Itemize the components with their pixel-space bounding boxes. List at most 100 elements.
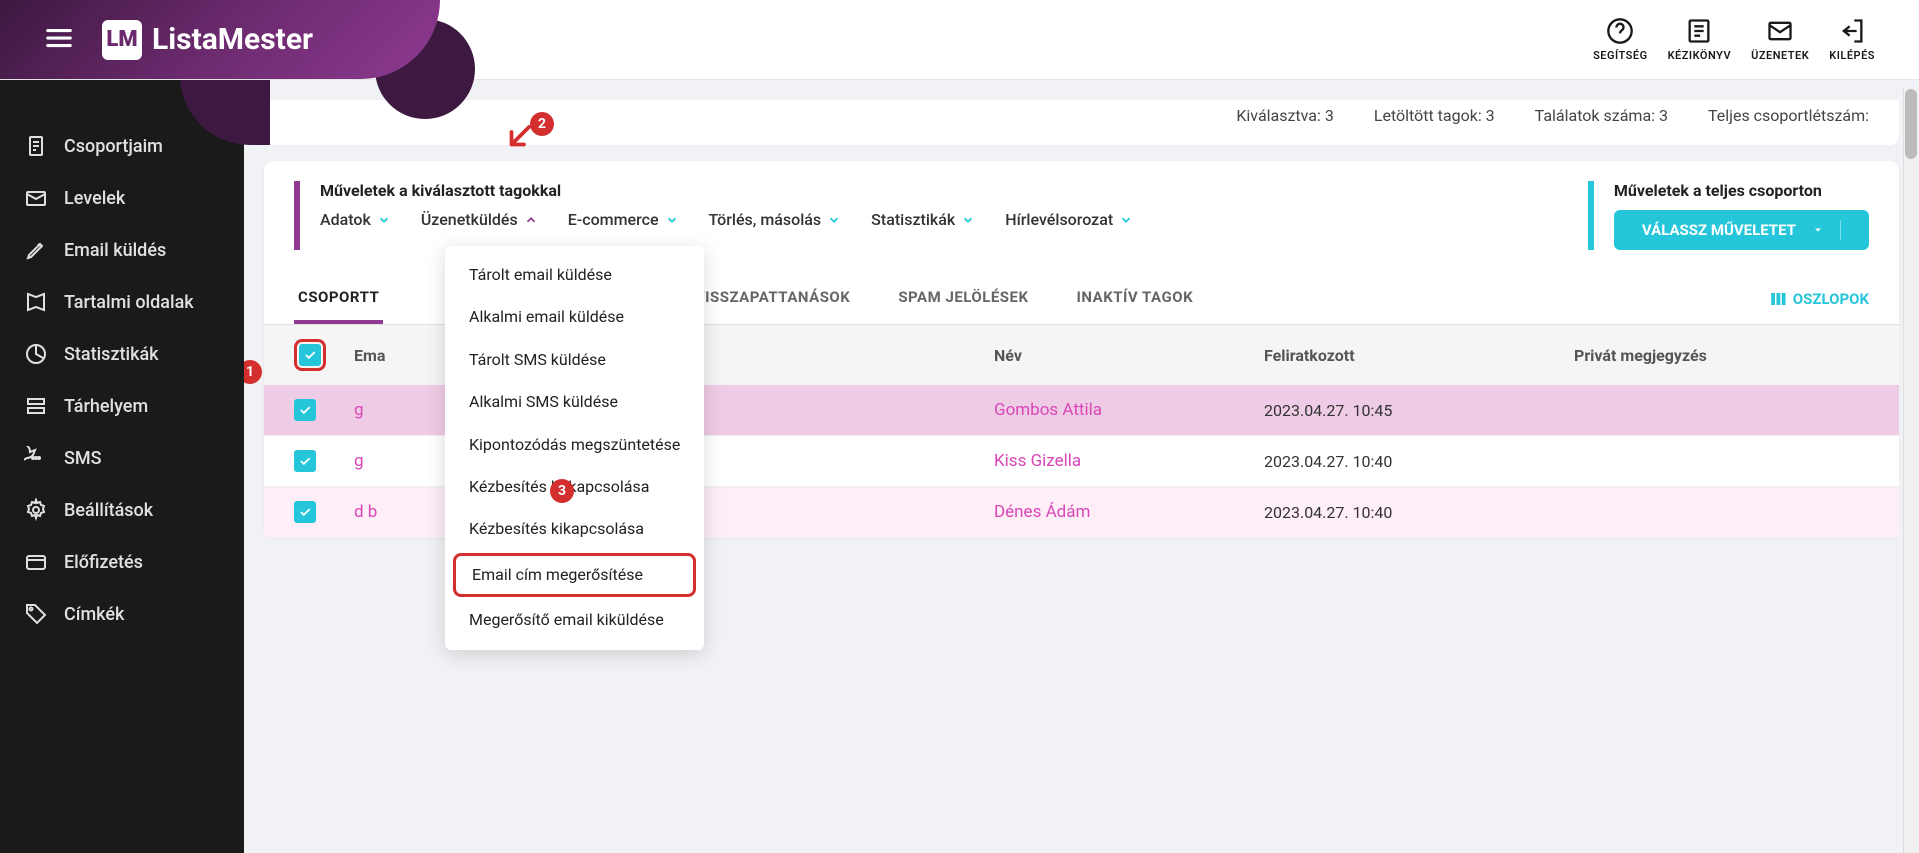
cell-name[interactable]: Kiss Gizella [994, 451, 1264, 471]
annotation-badge-1: 1 [244, 360, 262, 384]
cell-name[interactable]: Gombos Attila [994, 400, 1264, 420]
book-icon [24, 290, 48, 314]
filter-delete-copy[interactable]: Törlés, másolás [709, 210, 842, 229]
chevron-down-icon [1119, 213, 1133, 227]
nav-subscription[interactable]: Előfizetés [0, 536, 244, 588]
nav-tags[interactable]: Címkék [0, 588, 244, 640]
cell-date: 2023.04.27. 10:45 [1264, 401, 1574, 420]
col-name[interactable]: Név [994, 346, 1264, 365]
envelope-icon [24, 186, 48, 210]
nav-email-send[interactable]: Email küldés [0, 224, 244, 276]
header-actions: SEGÍTSÉG KÉZIKÖNYV ÜZENETEK KILÉPÉS [1593, 17, 1919, 62]
row-checkbox[interactable] [294, 450, 316, 472]
help-button[interactable]: SEGÍTSÉG [1593, 17, 1648, 62]
filter-menu-row: Adatok Üzenetküldés E-commerce Törl [320, 210, 1133, 229]
filter-ecommerce[interactable]: E-commerce [568, 210, 679, 229]
check-icon [298, 454, 312, 468]
dd-stored-sms[interactable]: Tárolt SMS küldése [445, 339, 704, 381]
nav-groups[interactable]: Csoportjaim [0, 120, 244, 172]
storage-icon [24, 394, 48, 418]
logout-icon [1838, 17, 1866, 45]
cell-date: 2023.04.27. 10:40 [1264, 503, 1574, 522]
gear-icon [24, 498, 48, 522]
pencil-icon [24, 238, 48, 262]
chevron-down-icon [1812, 224, 1824, 236]
nav-sms[interactable]: SMS [0, 432, 244, 484]
tab-inactive[interactable]: INAKTÍV TAGOK [1073, 274, 1198, 324]
stat-total: Teljes csoportlétszám: [1708, 106, 1869, 125]
manual-button[interactable]: KÉZIKÖNYV [1668, 17, 1732, 62]
col-subscribed[interactable]: Feliratkozott [1264, 346, 1574, 365]
stat-loaded: Letöltött tagok: 3 [1374, 106, 1495, 125]
hamburger-menu[interactable] [44, 23, 74, 57]
tab-spam[interactable]: SPAM JELÖLÉSEK [894, 274, 1032, 324]
dd-confirm-email[interactable]: Email cím megerősítése [453, 553, 696, 597]
nav-settings[interactable]: Beállítások [0, 484, 244, 536]
stat-selected: Kiválasztva: 3 [1236, 106, 1333, 125]
filter-newsletter[interactable]: Hírlevélsorozat [1005, 210, 1133, 229]
filter-statistics[interactable]: Statisztikák [871, 210, 975, 229]
dd-adhoc-sms[interactable]: Alkalmi SMS küldése [445, 381, 704, 423]
check-icon [303, 348, 317, 362]
logo[interactable]: LM ListaMester [102, 20, 313, 60]
columns-icon [1769, 290, 1787, 308]
annotation-arrow-icon [504, 122, 534, 152]
dd-remove-bounce[interactable]: Kipontozódás megszüntetése [445, 424, 704, 466]
sidebar: Csoportjaim Levelek Email küldés Tartalm… [0, 0, 244, 853]
top-header: LM ListaMester SEGÍTSÉG KÉZIKÖNYV ÜZENET… [0, 0, 1919, 80]
filter-messaging[interactable]: Üzenetküldés [421, 210, 538, 229]
tab-members[interactable]: CSOPORTT [294, 274, 383, 324]
col-note[interactable]: Privát megjegyzés [1574, 346, 1869, 365]
check-icon [298, 505, 312, 519]
messages-button[interactable]: ÜZENETEK [1751, 17, 1809, 62]
chevron-down-icon [827, 213, 841, 227]
pie-chart-icon [24, 342, 48, 366]
scrollbar[interactable] [1903, 88, 1917, 853]
hamburger-icon [44, 23, 74, 53]
chat-icon [24, 446, 48, 470]
dd-stored-email[interactable]: Tárolt email küldése [445, 254, 704, 296]
filter-data[interactable]: Adatok [320, 210, 391, 229]
columns-button[interactable]: OSZLOPOK [1769, 290, 1869, 308]
cell-date: 2023.04.27. 10:40 [1264, 452, 1574, 471]
chevron-up-icon [524, 213, 538, 227]
logo-text: ListaMester [152, 22, 313, 57]
select-all-highlight [294, 339, 326, 371]
tag-icon [24, 602, 48, 626]
check-icon [298, 403, 312, 417]
cell-name[interactable]: Dénes Ádám [994, 502, 1264, 522]
actions-card: Műveletek a kiválasztott tagokkal Adatok… [264, 161, 1899, 538]
chevron-down-icon [665, 213, 679, 227]
nav-storage[interactable]: Tárhelyem [0, 380, 244, 432]
group-actions-panel: Műveletek a teljes csoporton VÁLASSZ MŰV… [1588, 181, 1869, 250]
mail-icon [1766, 17, 1794, 45]
logout-button[interactable]: KILÉPÉS [1829, 17, 1875, 62]
card-icon [24, 550, 48, 574]
scrollbar-thumb[interactable] [1905, 89, 1917, 159]
dd-adhoc-email[interactable]: Alkalmi email küldése [445, 296, 704, 338]
choose-action-button[interactable]: VÁLASSZ MŰVELETET [1614, 210, 1869, 250]
annotation-badge-3: 3 [550, 479, 574, 503]
main-content: Kiválasztva: 3 Letöltött tagok: 3 Talála… [244, 0, 1919, 853]
chevron-down-icon [961, 213, 975, 227]
messaging-dropdown: Tárolt email küldése Alkalmi email küldé… [445, 246, 704, 650]
dd-send-confirm[interactable]: Megerősítő email kiküldése [445, 599, 704, 641]
stat-results: Találatok száma: 3 [1535, 106, 1668, 125]
tab-bounces[interactable]: VISSZAPATTANÁSOK [691, 274, 854, 324]
manual-icon [1685, 17, 1713, 45]
nav-statistics[interactable]: Statisztikák [0, 328, 244, 380]
logo-icon: LM [102, 20, 142, 60]
header-brand-area: LM ListaMester [0, 0, 440, 79]
dd-delivery-on[interactable]: Kézbesítés bekapcsolása [445, 466, 704, 508]
row-checkbox[interactable] [294, 399, 316, 421]
chevron-down-icon [377, 213, 391, 227]
selected-actions-title: Műveletek a kiválasztott tagokkal [320, 181, 1133, 200]
nav-content-pages[interactable]: Tartalmi oldalak [0, 276, 244, 328]
row-checkbox[interactable] [294, 501, 316, 523]
dd-delivery-off[interactable]: Kézbesítés kikapcsolása [445, 508, 704, 550]
clipboard-icon [24, 134, 48, 158]
nav-letters[interactable]: Levelek [0, 172, 244, 224]
select-all-checkbox[interactable] [299, 344, 321, 366]
group-actions-title: Műveletek a teljes csoporton [1614, 181, 1869, 200]
selected-actions-panel: Műveletek a kiválasztott tagokkal Adatok… [294, 181, 1133, 250]
